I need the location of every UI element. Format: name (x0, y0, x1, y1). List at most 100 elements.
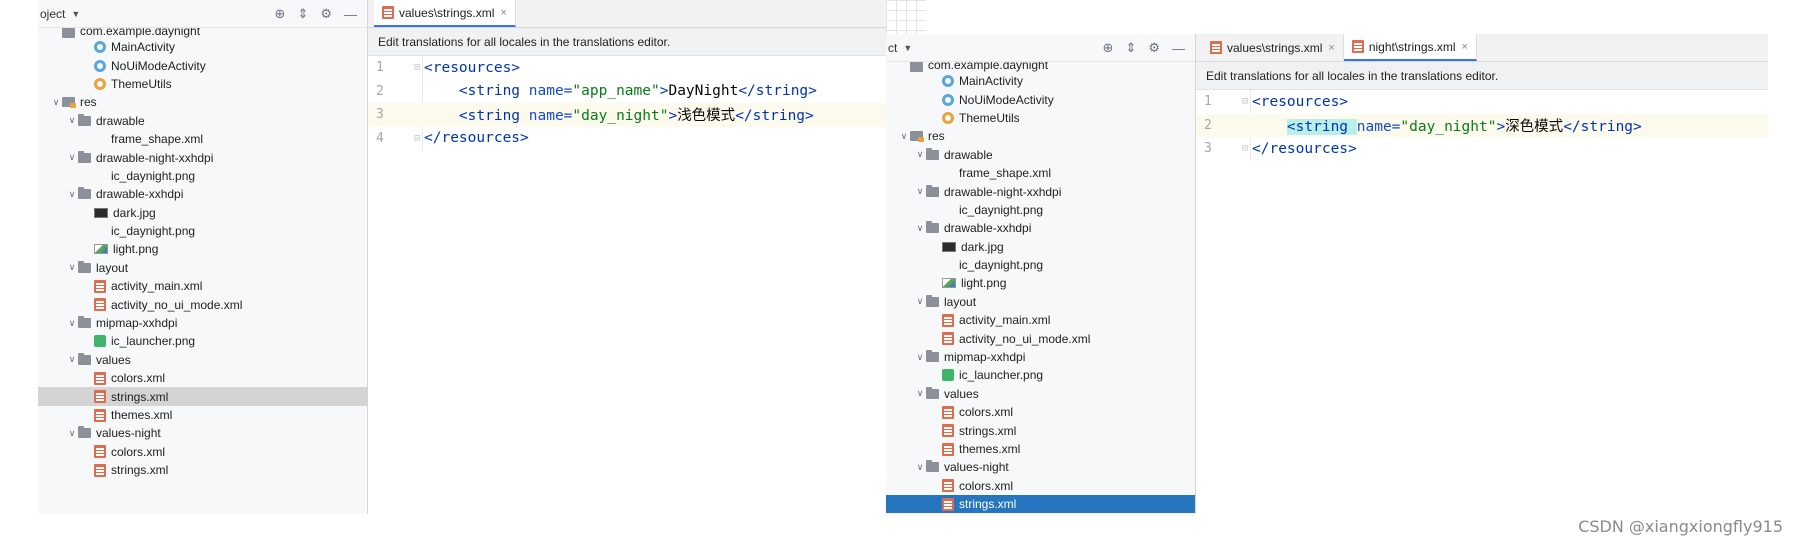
tree-item[interactable]: colors.xml (38, 443, 367, 461)
chevron-down-icon[interactable]: ∨ (914, 149, 926, 160)
tree-item[interactable]: ∨ layout (886, 293, 1195, 311)
code-line[interactable]: 1 ⊟ <resources> (368, 56, 886, 80)
chevron-down-icon[interactable]: ∨ (66, 318, 78, 329)
tree-item[interactable]: dark.jpg (886, 238, 1195, 256)
tree-item[interactable]: MainActivity (886, 72, 1195, 90)
fold-icon[interactable]: ⊟ (414, 133, 424, 144)
code-line[interactable]: 3 ⊟ </resources> (1196, 137, 1768, 161)
chevron-down-icon[interactable]: ∨ (914, 462, 926, 473)
tree-item[interactable]: ∨ drawable (886, 146, 1195, 164)
tree-item[interactable]: colors.xml (886, 477, 1195, 495)
code-editor[interactable]: 1 ⊟ <resources> 2 <string name="day_night">… (1196, 90, 1768, 161)
tree-item[interactable]: themes.xml (38, 406, 367, 424)
tree-item[interactable]: com.example.daynight (38, 28, 367, 38)
tree-item[interactable]: activity_no_ui_mode.xml (886, 329, 1195, 347)
tree-item[interactable]: strings.xml (886, 494, 1195, 514)
tree-item[interactable]: ∨ drawable-night-xxhdpi (38, 148, 367, 166)
hide-icon[interactable]: — (344, 7, 357, 22)
tree-item[interactable]: NoUiModeActivity (886, 90, 1195, 108)
chevron-down-icon[interactable]: ∨ (914, 186, 926, 197)
tree-item[interactable]: themes.xml (886, 440, 1195, 458)
chevron-down-icon[interactable]: ∨ (66, 189, 78, 200)
code-line[interactable]: 1 ⊟ <resources> (1196, 90, 1768, 114)
chevron-down-icon[interactable]: ∨ (66, 262, 78, 273)
fold-icon[interactable]: ⊟ (414, 62, 424, 73)
chevron-down-icon[interactable]: ∨ (914, 223, 926, 234)
tree-item[interactable]: ic_daynight.png (38, 167, 367, 185)
chevron-down-icon[interactable]: ∨ (50, 97, 62, 108)
tree-item[interactable]: ∨ values-night (38, 424, 367, 442)
tree-item[interactable]: colors.xml (38, 369, 367, 387)
tree-item[interactable]: ThemeUtils (886, 109, 1195, 127)
tree-item[interactable]: ∨ res (886, 127, 1195, 145)
chevron-down-icon[interactable]: ▼ (903, 43, 912, 53)
tree-item[interactable]: NoUiModeActivity (38, 56, 367, 74)
tree-item[interactable]: strings.xml (38, 461, 367, 479)
tree-item[interactable]: ic_daynight.png (886, 256, 1195, 274)
tree-item[interactable]: activity_main.xml (886, 311, 1195, 329)
tree-item[interactable]: light.png (886, 274, 1195, 292)
editor-tab[interactable]: values\strings.xml × (374, 0, 516, 27)
tree-item[interactable]: ∨ mipmap-xxhdpi (886, 348, 1195, 366)
tree-item[interactable]: strings.xml (886, 421, 1195, 439)
tree-item[interactable]: activity_no_ui_mode.xml (38, 295, 367, 313)
tree-item[interactable]: ic_daynight.png (886, 201, 1195, 219)
chevron-down-icon[interactable]: ∨ (914, 388, 926, 399)
locate-icon[interactable]: ⊕ (1103, 40, 1114, 56)
fold-icon[interactable]: ⊟ (1242, 96, 1252, 107)
fold-icon[interactable]: ⊟ (1242, 143, 1252, 154)
code-editor[interactable]: 1 ⊟ <resources> 2 <string name="app_name">D… (368, 56, 886, 150)
chevron-down-icon[interactable]: ∨ (66, 115, 78, 126)
code-line[interactable]: 3 <string name="day_night">浅色模式</string> (368, 103, 886, 127)
close-icon[interactable]: × (1328, 42, 1334, 54)
collapse-all-icon[interactable]: ⇕ (297, 6, 308, 22)
translations-banner[interactable]: Edit translations for all locales in the… (368, 28, 886, 56)
tree-item[interactable]: ThemeUtils (38, 75, 367, 93)
tree-item[interactable]: ∨ layout (38, 259, 367, 277)
tree-item[interactable]: com.example.daynight (886, 62, 1195, 72)
collapse-all-icon[interactable]: ⇕ (1125, 40, 1136, 56)
chevron-down-icon[interactable]: ∨ (914, 352, 926, 363)
tree-item[interactable]: colors.xml (886, 403, 1195, 421)
tree-item[interactable]: ∨ values (886, 385, 1195, 403)
chevron-down-icon[interactable]: ∨ (66, 428, 78, 439)
tree-item[interactable]: ∨ mipmap-xxhdpi (38, 314, 367, 332)
close-icon[interactable]: × (1462, 41, 1468, 53)
locate-icon[interactable]: ⊕ (275, 6, 286, 22)
tree-item[interactable]: ∨ drawable (38, 112, 367, 130)
gear-icon[interactable]: ⚙ (1148, 40, 1160, 56)
tree-item[interactable]: ic_daynight.png (38, 222, 367, 240)
tree-item[interactable]: frame_shape.xml (886, 164, 1195, 182)
code-line[interactable]: 4 ⊟ </resources> (368, 127, 886, 151)
tree-item[interactable]: ∨ drawable-xxhdpi (886, 219, 1195, 237)
tree-item[interactable]: ∨ drawable-night-xxhdpi (886, 182, 1195, 200)
tree-item[interactable]: ic_launcher.png (886, 366, 1195, 384)
tree-item[interactable]: ∨ drawable-xxhdpi (38, 185, 367, 203)
project-view-selector[interactable]: ct (888, 41, 897, 55)
chevron-down-icon[interactable]: ∨ (66, 152, 78, 163)
tree-item[interactable]: ∨ res (38, 93, 367, 111)
chevron-down-icon[interactable]: ▼ (71, 9, 80, 19)
tree-item[interactable]: MainActivity (38, 38, 367, 56)
tree-item[interactable]: strings.xml (38, 387, 367, 406)
tree-item[interactable]: activity_main.xml (38, 277, 367, 295)
editor-tab[interactable]: values\strings.xml × (1202, 34, 1344, 61)
code-line[interactable]: 2 <string name="day_night">深色模式</string> (1196, 113, 1768, 137)
translations-banner[interactable]: Edit translations for all locales in the… (1196, 62, 1768, 90)
tree-item[interactable]: dark.jpg (38, 204, 367, 222)
tree-item[interactable]: frame_shape.xml (38, 130, 367, 148)
chevron-down-icon[interactable]: ∨ (66, 354, 78, 365)
tree-item[interactable]: ∨ values-night (886, 458, 1195, 476)
hide-icon[interactable]: — (1172, 41, 1185, 56)
gear-icon[interactable]: ⚙ (320, 6, 332, 22)
editor-tab[interactable]: night\strings.xml × (1343, 34, 1477, 61)
tree-item[interactable]: ic_launcher.png (38, 332, 367, 350)
tree-item[interactable]: ∨ values (38, 351, 367, 369)
chevron-down-icon[interactable]: ∨ (914, 296, 926, 307)
chevron-down-icon[interactable]: ∨ (898, 131, 910, 142)
tree-item[interactable]: light.png (38, 240, 367, 258)
project-view-selector[interactable]: oject (40, 7, 65, 21)
close-icon[interactable]: × (500, 7, 506, 19)
code-line[interactable]: 2 <string name="app_name">DayNight</stri… (368, 80, 886, 104)
xml-file-icon (942, 332, 954, 346)
